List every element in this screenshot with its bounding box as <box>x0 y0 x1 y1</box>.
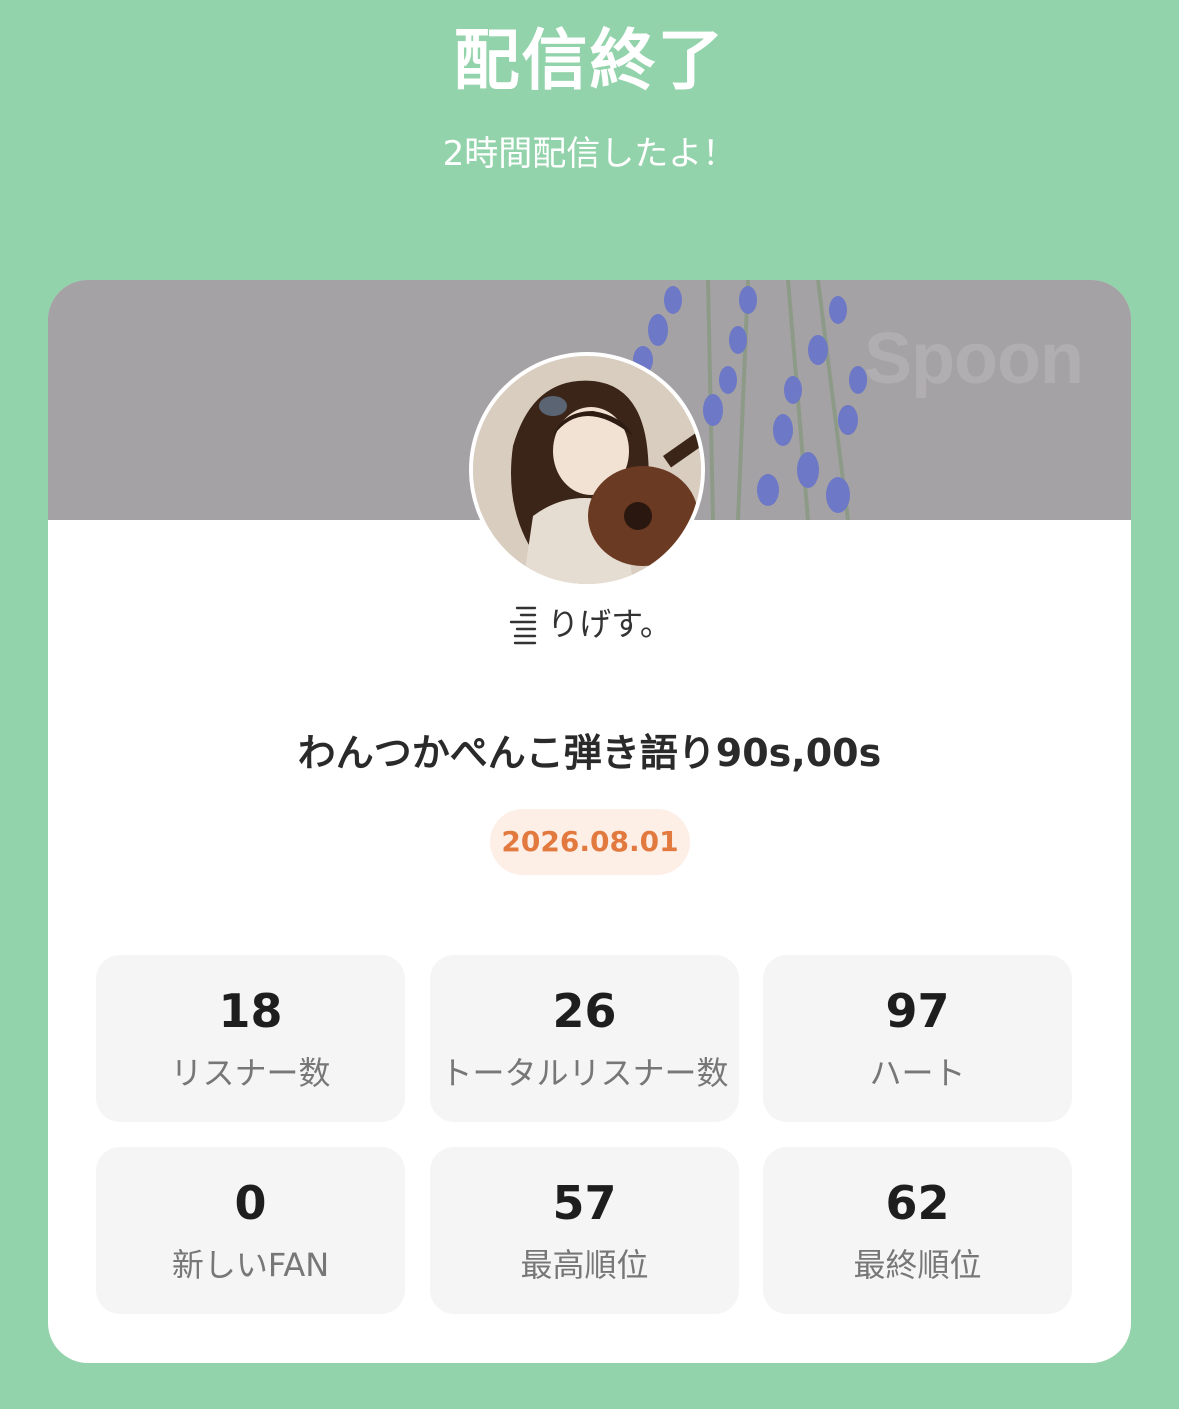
stat-value: 57 <box>552 1176 617 1230</box>
avatar[interactable] <box>469 352 705 588</box>
stat-label: ハート <box>869 1054 966 1092</box>
lines-badge-icon <box>509 606 537 645</box>
page-title: 配信終了 <box>453 22 726 99</box>
stat-total-listeners: 26 トータルリスナー数 <box>430 955 739 1122</box>
broadcast-summary-card: Spoon りげす。 わんつかぺんこ弾き語り90s,00s 2026.08.01… <box>48 280 1131 1363</box>
username-row[interactable]: りげす。 <box>48 602 1131 646</box>
stat-label: 新しいFAN <box>171 1246 330 1284</box>
stat-label: トータルリスナー数 <box>440 1054 729 1092</box>
spoon-watermark: Spoon <box>864 319 1084 399</box>
stat-label: 最終順位 <box>853 1246 982 1284</box>
stat-value: 62 <box>885 1176 950 1230</box>
broadcast-title: わんつかぺんこ弾き語り90s,00s <box>297 731 882 775</box>
stat-hearts: 97 ハート <box>763 955 1072 1122</box>
stat-label: リスナー数 <box>170 1054 331 1092</box>
stat-listeners: 18 リスナー数 <box>96 955 405 1122</box>
stat-final-rank: 62 最終順位 <box>763 1147 1072 1314</box>
stat-value: 26 <box>552 984 617 1038</box>
stat-value: 18 <box>218 984 283 1038</box>
stat-label: 最高順位 <box>520 1246 649 1284</box>
page-subtitle: 2時間配信したよ！ <box>442 134 737 174</box>
stat-value: 0 <box>234 1176 267 1230</box>
stat-value: 97 <box>885 984 950 1038</box>
stat-new-fans: 0 新しいFAN <box>96 1147 405 1314</box>
date-badge: 2026.08.01 <box>490 809 690 875</box>
stat-highest-rank: 57 最高順位 <box>430 1147 739 1314</box>
username: りげす。 <box>547 605 672 643</box>
